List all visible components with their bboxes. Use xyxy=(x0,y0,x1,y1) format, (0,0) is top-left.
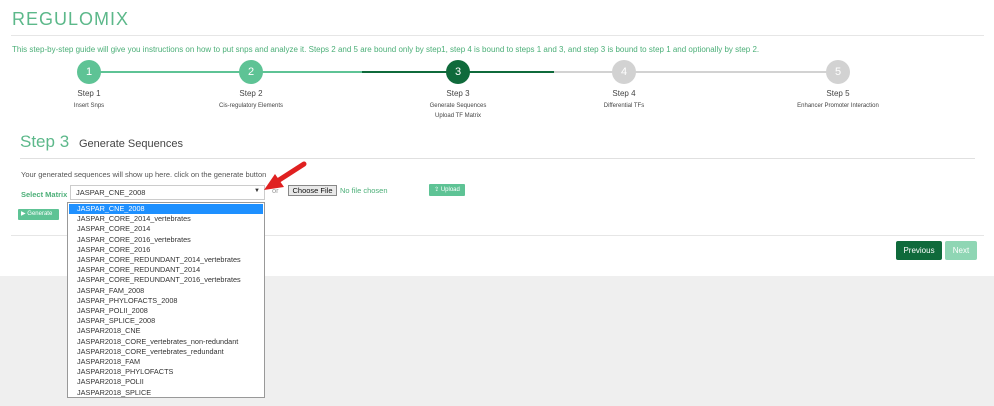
upload-button-label: Upload xyxy=(440,187,460,193)
no-file-chosen-label: No file chosen xyxy=(340,186,388,195)
step-4-title: Step 4 xyxy=(612,89,636,98)
dropdown-option[interactable]: JASPAR_CORE_REDUNDANT_2016_vertebrates xyxy=(69,275,263,285)
dropdown-option[interactable]: JASPAR2018_CORE_vertebrates_non-redundan… xyxy=(69,337,263,347)
dropdown-option[interactable]: JASPAR_CORE_REDUNDANT_2014 xyxy=(69,265,263,275)
dropdown-option[interactable]: JASPAR2018_PHYLOFACTS xyxy=(69,367,263,377)
dropdown-option[interactable]: JASPAR2018_FAM xyxy=(69,357,263,367)
dropdown-option[interactable]: JASPAR2018_CORE_vertebrates_redundant xyxy=(69,347,263,357)
play-icon: ▶ xyxy=(21,211,26,217)
stepper-track-3b xyxy=(458,71,554,73)
step-3-desc-line-1: Generate Sequences xyxy=(429,103,487,109)
step-5-desc: Enhancer Promoter Interaction xyxy=(797,103,879,109)
matrix-select[interactable]: JASPAR_CNE_2008 xyxy=(70,185,265,200)
step-4-circle[interactable]: 4 xyxy=(612,60,636,84)
dropdown-option[interactable]: JASPAR_CORE_2014_vertebrates xyxy=(69,214,263,224)
dropdown-option[interactable]: JASPAR_SPLICE_2008 xyxy=(69,316,263,326)
stepper-track-3a xyxy=(362,71,458,73)
step-2-title: Step 2 xyxy=(239,89,263,98)
dropdown-option[interactable]: JASPAR2018_CNE xyxy=(69,326,263,336)
step-2-desc: Cis-regulatory Elements xyxy=(218,103,284,109)
step-5-title: Step 5 xyxy=(826,89,850,98)
step-4-desc: Differential TFs xyxy=(603,103,645,109)
matrix-select-value: JASPAR_CNE_2008 xyxy=(76,188,146,197)
matrix-dropdown-list[interactable]: JASPAR_CNE_2008 JASPAR_CORE_2014_vertebr… xyxy=(67,202,265,398)
upload-icon: ⇪ xyxy=(434,187,440,193)
dropdown-option[interactable]: JASPAR_PHYLOFACTS_2008 xyxy=(69,296,263,306)
step-3-desc-line-2: Upload TF Matrix xyxy=(435,113,481,119)
red-arrow-icon xyxy=(264,161,307,190)
next-button[interactable]: Next xyxy=(945,241,977,260)
generate-button[interactable]: ▶ Generate xyxy=(18,209,59,220)
app-title: REGULOMIX xyxy=(12,9,130,29)
step-heading: Step 3 xyxy=(20,132,70,151)
dropdown-option[interactable]: JASPAR_CORE_2016_vertebrates xyxy=(69,235,263,245)
step-1-circle[interactable]: 1 xyxy=(77,60,101,84)
step-subheading: Generate Sequences xyxy=(79,138,183,150)
intro-text: This step-by-step guide will give you in… xyxy=(12,45,760,54)
step-3-circle[interactable]: 3 xyxy=(446,60,470,84)
step-2-circle[interactable]: 2 xyxy=(239,60,263,84)
stepper-track-1 xyxy=(89,71,251,73)
dropdown-option[interactable]: JASPAR2018_POLII xyxy=(69,377,263,387)
step-divider xyxy=(20,158,975,159)
step-1-title: Step 1 xyxy=(77,89,101,98)
dropdown-option[interactable]: JASPAR2018_SPLICE xyxy=(69,388,263,398)
dropdown-option[interactable]: JASPAR_CORE_REDUNDANT_2014_vertebrates xyxy=(69,255,263,265)
step-3-title: Step 3 xyxy=(446,89,470,98)
step-1-desc: Insert Snps xyxy=(73,103,105,109)
dropdown-option[interactable]: JASPAR_POLII_2008 xyxy=(69,306,263,316)
generate-button-label: Generate xyxy=(27,211,53,217)
dropdown-option[interactable]: JASPAR_CORE_2016 xyxy=(69,245,263,255)
dropdown-option[interactable]: JASPAR_CORE_2014 xyxy=(69,224,263,234)
hint-text: Your generated sequences will show up he… xyxy=(21,170,267,179)
upload-button[interactable]: ⇪ Upload xyxy=(429,184,465,196)
step-5-circle[interactable]: 5 xyxy=(826,60,850,84)
stepper-track-4 xyxy=(554,71,838,73)
previous-button[interactable]: Previous xyxy=(896,241,942,260)
select-matrix-label: Select Matrix xyxy=(21,190,68,199)
dropdown-option[interactable]: JASPAR_FAM_2008 xyxy=(69,286,263,296)
dropdown-option[interactable]: JASPAR_CNE_2008 xyxy=(69,204,263,215)
title-divider xyxy=(11,35,984,36)
